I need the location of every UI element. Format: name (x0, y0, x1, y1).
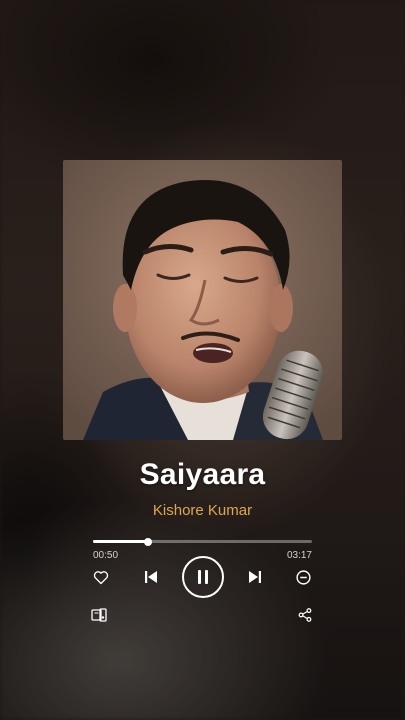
pause-button[interactable] (182, 556, 224, 598)
device-connect-icon (91, 608, 107, 622)
total-duration: 03:17 (286, 550, 312, 561)
heart-icon (93, 570, 109, 584)
progress-fill (93, 540, 148, 543)
remove-button[interactable] (294, 568, 312, 586)
album-art (63, 160, 342, 440)
song-title: Saiyaara (139, 458, 266, 491)
skip-previous-icon (145, 571, 157, 583)
pause-icon (198, 570, 208, 584)
elapsed-time: 00:50 (93, 550, 119, 561)
share-icon (298, 608, 312, 622)
like-button[interactable] (92, 568, 110, 586)
artist-name[interactable]: Kishore Kumar (0, 502, 405, 519)
share-button[interactable] (296, 606, 314, 624)
minus-circle-icon (295, 569, 311, 585)
progress-knob[interactable] (143, 537, 152, 546)
progress-bar[interactable] (93, 537, 312, 546)
previous-button[interactable] (142, 568, 160, 586)
skip-next-icon (249, 571, 261, 583)
device-connect-button[interactable] (90, 606, 108, 624)
next-button[interactable] (246, 568, 264, 586)
